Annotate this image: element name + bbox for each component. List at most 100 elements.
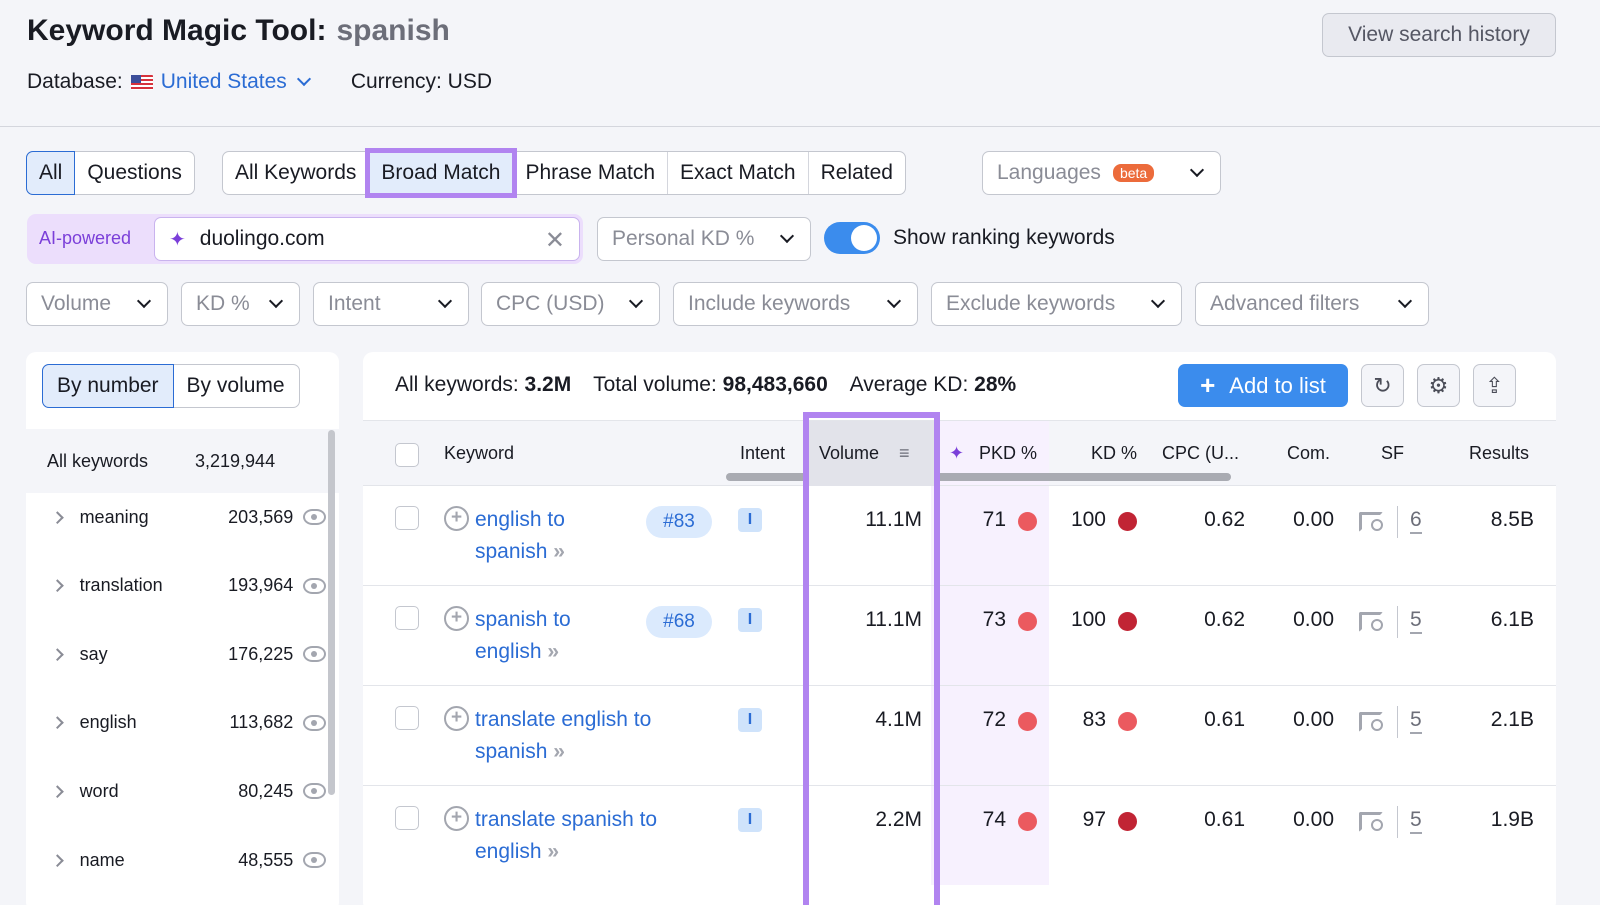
column-competition[interactable]: Com. bbox=[1287, 443, 1330, 464]
tab-by-volume[interactable]: By volume bbox=[173, 365, 299, 407]
chevron-right-icon[interactable] bbox=[51, 853, 64, 867]
intent-badge: I bbox=[738, 708, 762, 732]
column-cpc[interactable]: CPC (U... bbox=[1162, 443, 1239, 464]
sidebar-group-item[interactable]: translation 193,964 bbox=[26, 561, 326, 611]
chevron-right-icon[interactable] bbox=[51, 579, 64, 592]
serp-features-count[interactable]: 5 bbox=[1410, 608, 1422, 634]
personal-kd-label: Personal KD % bbox=[612, 227, 755, 250]
pkd-difficulty-dot bbox=[1018, 512, 1037, 531]
add-keyword-icon[interactable]: + bbox=[444, 706, 469, 731]
volume-filter-dropdown[interactable]: Volume bbox=[26, 282, 168, 326]
tab-by-number[interactable]: By number bbox=[42, 364, 174, 408]
horizontal-scrollbar[interactable] bbox=[726, 473, 1231, 481]
sidebar-group-item[interactable]: word 80,245 bbox=[26, 766, 326, 816]
serp-feature-icon[interactable] bbox=[1359, 712, 1383, 732]
column-results[interactable]: Results bbox=[1469, 443, 1529, 464]
row-checkbox[interactable] bbox=[395, 706, 419, 730]
pkd-value: 74 bbox=[982, 808, 1006, 831]
column-intent[interactable]: Intent bbox=[740, 443, 785, 464]
chevron-right-icon[interactable] bbox=[51, 716, 64, 730]
row-checkbox[interactable] bbox=[395, 506, 419, 530]
chevron-right-icon[interactable] bbox=[51, 785, 64, 798]
eye-icon[interactable] bbox=[303, 852, 326, 868]
personal-kd-dropdown[interactable]: Personal KD % bbox=[597, 217, 811, 261]
tab-questions[interactable]: Questions bbox=[75, 152, 194, 194]
double-chevron-icon[interactable]: » bbox=[547, 840, 559, 863]
sidebar-group-item[interactable]: name 48,555 bbox=[26, 835, 326, 885]
serp-feature-icon[interactable] bbox=[1359, 812, 1383, 832]
cpc-filter-dropdown[interactable]: CPC (USD) bbox=[481, 282, 660, 326]
refresh-button[interactable]: ↻ bbox=[1361, 364, 1404, 407]
dropdown-label: CPC (USD) bbox=[496, 292, 605, 315]
clear-icon[interactable]: ✕ bbox=[545, 226, 565, 255]
keyword-link[interactable]: english to spanish » bbox=[475, 504, 675, 568]
tab-related[interactable]: Related bbox=[809, 152, 905, 194]
eye-icon[interactable] bbox=[303, 509, 326, 525]
average-kd-value: 28% bbox=[974, 373, 1017, 396]
select-all-checkbox[interactable] bbox=[395, 443, 419, 467]
keyword-text: english bbox=[475, 840, 542, 863]
settings-button[interactable]: ⚙ bbox=[1417, 364, 1460, 407]
database-selector[interactable]: United States bbox=[161, 70, 287, 94]
tab-phrase-match[interactable]: Phrase Match bbox=[513, 152, 669, 194]
column-pkd[interactable]: PKD % bbox=[979, 443, 1037, 464]
serp-feature-icon[interactable] bbox=[1359, 512, 1383, 532]
pkd-difficulty-dot bbox=[1018, 812, 1037, 831]
column-kd[interactable]: KD % bbox=[1091, 443, 1137, 464]
double-chevron-icon[interactable]: » bbox=[553, 740, 565, 763]
add-keyword-icon[interactable]: + bbox=[444, 506, 469, 531]
all-keywords-group[interactable]: All keywords 3,219,944 bbox=[26, 429, 339, 493]
eye-icon[interactable] bbox=[303, 577, 326, 594]
eye-icon[interactable] bbox=[303, 714, 326, 731]
kd-difficulty-dot bbox=[1118, 612, 1137, 631]
page-header: Keyword Magic Tool: spanish Database: Uni… bbox=[0, 0, 1600, 127]
export-button[interactable]: ⇪ bbox=[1473, 364, 1516, 407]
chevron-right-icon[interactable] bbox=[51, 510, 64, 524]
chevron-right-icon[interactable] bbox=[51, 647, 64, 661]
serp-features-count[interactable]: 6 bbox=[1410, 508, 1422, 534]
tab-all[interactable]: All bbox=[26, 151, 76, 195]
column-serp-features[interactable]: SF bbox=[1381, 443, 1404, 464]
keyword-text: english bbox=[475, 640, 542, 663]
show-ranking-toggle[interactable] bbox=[824, 222, 880, 254]
column-volume[interactable]: Volume bbox=[819, 443, 879, 464]
keyword-link[interactable]: translate spanish to english » bbox=[475, 804, 675, 868]
row-checkbox[interactable] bbox=[395, 606, 419, 630]
kd-value: 97 bbox=[1082, 808, 1106, 831]
sidebar-group-item[interactable]: say 176,225 bbox=[26, 629, 326, 679]
eye-icon[interactable] bbox=[303, 783, 326, 800]
add-keyword-icon[interactable]: + bbox=[444, 806, 469, 831]
domain-input[interactable]: ✦ duolingo.com ✕ bbox=[154, 217, 580, 261]
add-to-list-button[interactable]: + Add to list bbox=[1178, 364, 1348, 407]
column-keyword[interactable]: Keyword bbox=[444, 443, 514, 464]
keyword-link[interactable]: translate english to spanish » bbox=[475, 704, 675, 768]
tab-broad-match[interactable]: Broad Match bbox=[365, 148, 518, 198]
serp-features-count[interactable]: 5 bbox=[1410, 708, 1422, 734]
chevron-down-icon bbox=[1189, 162, 1205, 178]
serp-feature-icon[interactable] bbox=[1359, 612, 1383, 632]
tab-all-keywords[interactable]: All Keywords bbox=[223, 152, 370, 194]
eye-icon[interactable] bbox=[303, 646, 326, 663]
double-chevron-icon[interactable]: » bbox=[547, 640, 559, 663]
intent-filter-dropdown[interactable]: Intent bbox=[313, 282, 469, 326]
add-keyword-icon[interactable]: + bbox=[444, 606, 469, 631]
exclude-keywords-dropdown[interactable]: Exclude keywords bbox=[931, 282, 1182, 326]
serp-features-count[interactable]: 5 bbox=[1410, 808, 1422, 834]
include-keywords-dropdown[interactable]: Include keywords bbox=[673, 282, 918, 326]
row-checkbox[interactable] bbox=[395, 806, 419, 830]
sort-icon[interactable]: ≡ bbox=[899, 443, 910, 464]
chevron-down-icon[interactable] bbox=[296, 71, 311, 87]
languages-dropdown[interactable]: Languages beta bbox=[982, 151, 1221, 195]
gear-icon: ⚙ bbox=[1428, 372, 1449, 398]
sidebar-scrollbar[interactable] bbox=[328, 430, 335, 795]
sidebar-group-item[interactable]: meaning 203,569 bbox=[26, 492, 326, 542]
keyword-link[interactable]: spanish to english » bbox=[475, 604, 675, 668]
double-chevron-icon[interactable]: » bbox=[553, 540, 565, 563]
view-search-history-button[interactable]: View search history bbox=[1322, 13, 1556, 57]
ranking-badge: #83 bbox=[646, 506, 712, 538]
sidebar-group-item[interactable]: english 113,682 bbox=[26, 698, 326, 748]
kd-filter-dropdown[interactable]: KD % bbox=[181, 282, 300, 326]
tab-exact-match[interactable]: Exact Match bbox=[668, 152, 809, 194]
advanced-filters-dropdown[interactable]: Advanced filters bbox=[1195, 282, 1429, 326]
cpc-value: 0.62 bbox=[1204, 608, 1245, 631]
